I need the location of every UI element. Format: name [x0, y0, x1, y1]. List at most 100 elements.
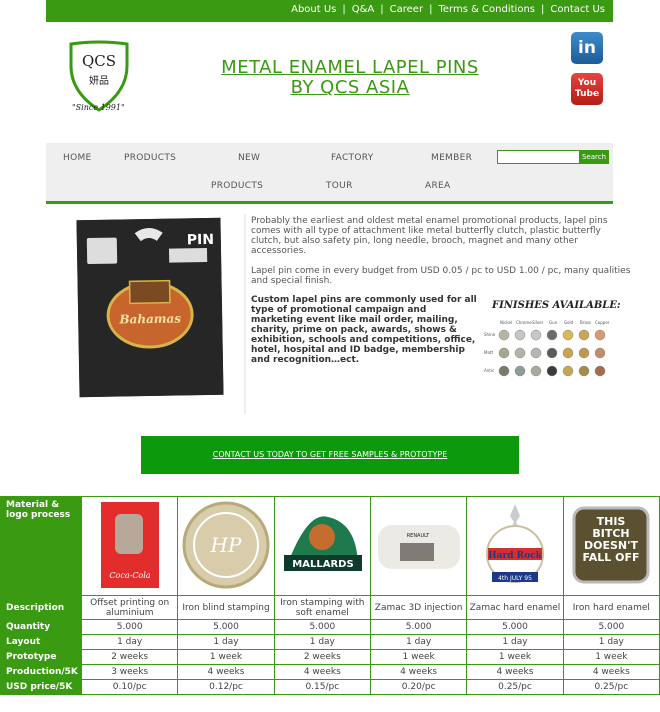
row-label-production: Production/5K: [0, 664, 82, 680]
finishes-title: FINISHES AVAILABLE:: [492, 300, 621, 311]
main-navigation: HOME PRODUCTS NEW FACTORY MEMBER PRODUCT…: [46, 143, 613, 204]
nav-link-career[interactable]: Career: [390, 4, 423, 15]
table-cell: 0.10/pc: [80, 679, 179, 695]
coca-cola-pin-icon: Coca-Cola: [100, 501, 159, 588]
table-cell: Zamac hard enamel: [466, 595, 564, 620]
table-cell: 4 weeks: [273, 664, 371, 680]
table-cell: Offset printing on aluminium: [80, 595, 179, 620]
finish-swatch-matt-chrome: [514, 347, 526, 359]
finish-swatch-shine-copper: [594, 329, 606, 341]
table-cell: 5.000: [562, 619, 660, 635]
finish-swatch-antic-copper: [594, 365, 606, 377]
table-cell: 1 day: [273, 634, 371, 650]
finish-label-nickel: Nickel: [500, 320, 512, 325]
youtube-icon[interactable]: You Tube: [571, 73, 603, 105]
linkedin-icon[interactable]: in: [571, 32, 603, 64]
nav-link-about-us[interactable]: About Us: [291, 4, 336, 15]
menu-item-new-products-line1[interactable]: NEW: [238, 153, 260, 163]
finish-swatch-shine-chrome: [514, 329, 526, 341]
vertical-divider: [244, 214, 246, 414]
logo-chinese: 妍品: [89, 74, 109, 87]
finish-label-brass: Brass: [580, 320, 591, 325]
mallards-text: MALLARDS: [293, 559, 354, 570]
nav-link-terms[interactable]: Terms & Conditions: [438, 4, 535, 15]
youtube-icon-text-bottom: Tube: [574, 89, 600, 99]
menu-item-factory-tour-line2[interactable]: TOUR: [326, 181, 353, 191]
intro-text: Probably the earliest and oldest metal e…: [251, 216, 631, 296]
product-image-coca-cola: Coca-Cola: [80, 496, 179, 596]
hard-rock-text: Hard Rock: [488, 551, 542, 561]
table-cell: 2 weeks: [80, 649, 179, 665]
top-links: About Us | Q&A | Career | Terms & Conditions | C…: [291, 4, 605, 15]
table-cell: Zamac 3D injection: [369, 595, 468, 620]
contact-cta-banner[interactable]: CONTACT US TODAY TO GET FREE SAMPLES & P…: [141, 436, 519, 474]
finish-swatch-matt-copper: [594, 347, 606, 359]
finish-swatch-antic-nickel: [498, 365, 510, 377]
menu-item-new-products-line2[interactable]: PRODUCTS: [211, 181, 263, 191]
table-row-prototype: Prototype 2 weeks 1 week 2 weeks 1 week …: [0, 649, 660, 665]
table-cell: 2 weeks: [273, 649, 371, 665]
menu-item-member-area-line1[interactable]: MEMBER: [431, 153, 472, 163]
product-image-mallards: MALLARDS: [273, 496, 371, 596]
finish-label-copper: Copper: [595, 320, 610, 325]
logo-text: QCS: [82, 52, 116, 70]
hp-text: HP: [210, 533, 242, 557]
row-label-price: USD price/5K: [0, 679, 82, 695]
nav-link-qa[interactable]: Q&A: [352, 4, 375, 15]
finish-swatch-shine-gold: [562, 329, 574, 341]
finish-swatch-shine-silver: [530, 329, 542, 341]
menu-item-member-area-line2[interactable]: AREA: [425, 181, 450, 191]
swatch-grid: [498, 329, 606, 377]
hard-rock-pin-icon: Hard Rock 4th JULY 95: [485, 503, 544, 583]
finish-label-gun: Gun: [549, 320, 558, 325]
product-image: PIN Bahamas: [76, 217, 224, 398]
finish-row-shine: Shine: [484, 332, 496, 337]
table-cell: 1 day: [562, 634, 660, 650]
table-row-price: USD price/5K 0.10/pc 0.12/pc 0.15/pc 0.2…: [0, 679, 660, 695]
nav-link-contact-us[interactable]: Contact Us: [550, 4, 605, 15]
finish-swatch-matt-brass: [578, 347, 590, 359]
table-cell: Iron hard enamel: [562, 595, 660, 620]
table-cell: 5.000: [177, 619, 275, 635]
row-label-quantity: Quantity: [0, 619, 82, 635]
search-input[interactable]: [497, 150, 581, 164]
pin-text: Bahamas: [118, 311, 181, 326]
row-label-prototype: Prototype: [0, 649, 82, 665]
harley-badge-left: [86, 237, 118, 265]
table-cell: 5.000: [369, 619, 468, 635]
menu-item-home[interactable]: HOME: [63, 153, 92, 163]
table-row-images: Material & logo process Coca-Cola HP MAL…: [0, 496, 660, 596]
menu-item-products[interactable]: PRODUCTS: [124, 153, 176, 163]
finish-swatch-antic-gold: [562, 365, 574, 377]
card-pin-label: PIN: [187, 232, 214, 248]
since-1991-label: "Since 1991": [72, 103, 125, 112]
contact-cta-link[interactable]: CONTACT US TODAY TO GET FREE SAMPLES & P…: [141, 436, 519, 474]
title-line-1: METAL ENAMEL LAPEL PINS: [221, 57, 479, 78]
table-cell: 0.20/pc: [369, 679, 468, 695]
finish-swatch-antic-chrome: [514, 365, 526, 377]
page-title[interactable]: METAL ENAMEL LAPEL PINS BY QCS ASIA: [180, 58, 520, 98]
usage-description: Custom lapel pins are commonly used for …: [251, 295, 477, 365]
this-bitch-text: THIS BITCH DOESN'T FALL OFF: [582, 515, 640, 564]
intro-paragraph-1: Probably the earliest and oldest metal e…: [251, 216, 608, 256]
menu-item-factory-tour-line1[interactable]: FACTORY: [331, 153, 374, 163]
lapel-pin-card-illustration: PIN Bahamas: [76, 217, 224, 398]
table-cell: 1 week: [369, 649, 468, 665]
table-cell: 1 day: [466, 634, 564, 650]
table-cell: 0.25/pc: [466, 679, 564, 695]
hp-coin-icon: HP: [182, 501, 270, 588]
table-cell: 1 week: [562, 649, 660, 665]
row-label-description: Description: [0, 595, 82, 620]
table-cell: 1 week: [466, 649, 564, 665]
finish-swatch-matt-gun: [546, 347, 558, 359]
table-cell: 4 weeks: [562, 664, 660, 680]
table-cell: 0.12/pc: [177, 679, 275, 695]
table-cell: Iron stamping with soft enamel: [273, 595, 371, 620]
finish-swatch-matt-silver: [530, 347, 542, 359]
finish-swatch-shine-brass: [578, 329, 590, 341]
finish-row-antic: Antic: [484, 368, 494, 373]
table-cell: 5.000: [80, 619, 179, 635]
finish-swatch-shine-gun: [546, 329, 558, 341]
search-button[interactable]: Search: [579, 150, 609, 164]
product-comparison-table: Material & logo process Coca-Cola HP MAL…: [0, 496, 660, 695]
